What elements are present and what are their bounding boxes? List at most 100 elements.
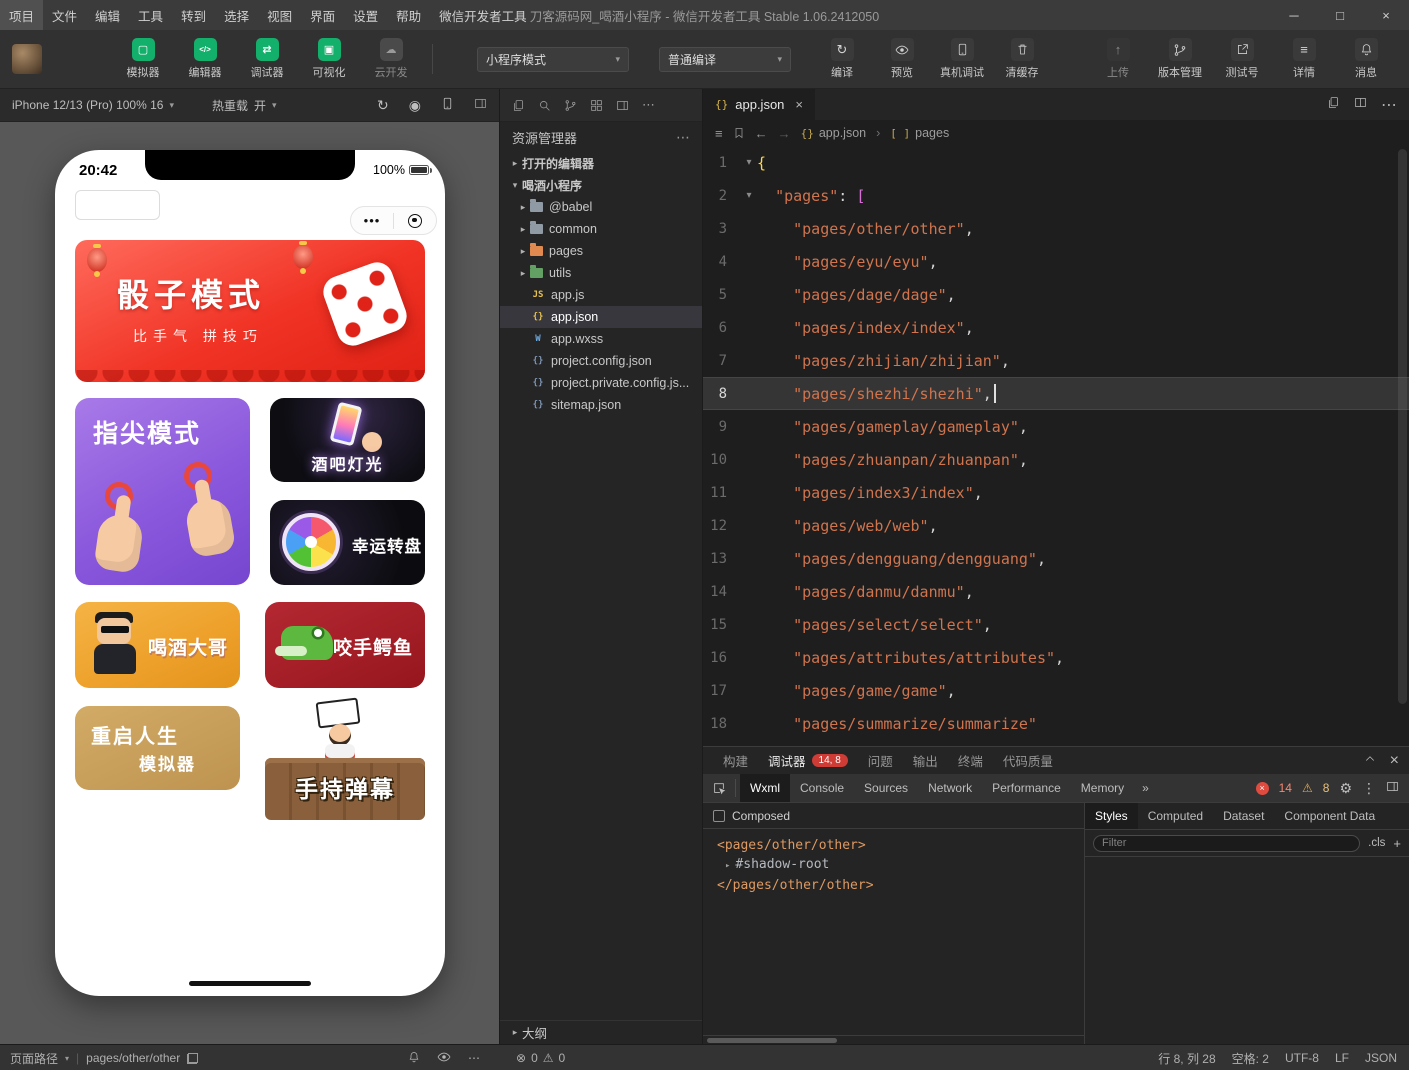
debugger-button[interactable]: ⇄调试器 [242, 38, 292, 80]
menubar-item-4[interactable]: 转到 [172, 0, 215, 30]
code-line-11[interactable]: 11 "pages/index3/index", [703, 476, 1409, 509]
tree-item-8[interactable]: {}project.private.config.js... [500, 372, 702, 394]
more-icon[interactable]: ⋯ [468, 1051, 480, 1065]
version-branch-button[interactable]: 版本管理 [1155, 38, 1205, 80]
tree-item-1[interactable]: ▸common [500, 218, 702, 240]
tile-fingertip-mode[interactable]: 指尖模式 [75, 398, 250, 585]
page-path-group[interactable]: 页面路径 ▾ | pages/other/other [10, 1045, 198, 1070]
bookmark-icon[interactable] [733, 127, 745, 139]
code-line-6[interactable]: 6 "pages/index/index", [703, 311, 1409, 344]
styles-tab-component-data[interactable]: Component Data [1274, 803, 1385, 829]
code-line-3[interactable]: 3 "pages/other/other", [703, 212, 1409, 245]
back-icon[interactable]: ← [755, 126, 768, 141]
gear-icon[interactable]: ⚙ [1339, 780, 1352, 797]
open-changes-icon[interactable] [1327, 96, 1340, 114]
menubar-item-0[interactable]: 项目 [0, 0, 43, 30]
cloud-button[interactable]: ☁云开发 [366, 38, 416, 80]
code-line-13[interactable]: 13 "pages/dengguang/dengguang", [703, 542, 1409, 575]
styles-tab-dataset[interactable]: Dataset [1213, 803, 1274, 829]
record-icon[interactable]: ◉ [409, 97, 421, 114]
statusbar-item-1[interactable]: 空格: 2 [1232, 1050, 1269, 1067]
tree-item-9[interactable]: {}sitemap.json [500, 394, 702, 416]
code-line-16[interactable]: 16 "pages/attributes/attributes", [703, 641, 1409, 674]
menubar-item-6[interactable]: 视图 [258, 0, 301, 30]
tile-restart-life[interactable]: 重启人生 模拟器 [75, 706, 240, 790]
breadcrumb-symbol[interactable]: [ ] pages [890, 126, 949, 140]
statusbar-item-4[interactable]: JSON [1365, 1051, 1397, 1065]
inspect-element-icon[interactable] [703, 781, 735, 795]
editor-scrollbar[interactable] [1398, 149, 1407, 704]
tile-biting-crocodile[interactable]: 咬手鳄鱼 [265, 602, 425, 688]
simulator-button[interactable]: ▢模拟器 [118, 38, 168, 80]
source-control-icon[interactable] [564, 99, 577, 112]
code-line-2[interactable]: 2▾ "pages": [ [703, 179, 1409, 212]
debugger-tab-1[interactable]: 调试器14, 8 [758, 747, 858, 774]
mini-search-box[interactable] [75, 190, 160, 220]
explorer-section-1[interactable]: ▾喝酒小程序 [500, 174, 702, 196]
code-line-5[interactable]: 5 "pages/dage/dage", [703, 278, 1409, 311]
code-line-1[interactable]: 1▾{ [703, 146, 1409, 179]
code-area[interactable]: 1▾{2▾ "pages": [3 "pages/other/other",4 … [703, 146, 1409, 746]
outline-section[interactable]: ▸ 大纲 [500, 1020, 702, 1044]
warning-count[interactable]: 8 [1323, 781, 1330, 795]
devtools-tab-memory[interactable]: Memory [1071, 774, 1134, 802]
eye-icon[interactable] [437, 1050, 451, 1067]
styles-tab-styles[interactable]: Styles [1085, 803, 1138, 829]
device-selector[interactable]: iPhone 12/13 (Pro) 100% 16 ▾ [12, 98, 174, 112]
tile-handheld-danmu[interactable]: 手持弹幕 [265, 700, 425, 820]
more-icon[interactable]: ⋯ [676, 129, 690, 146]
menubar-item-2[interactable]: 编辑 [86, 0, 129, 30]
close-icon[interactable]: × [795, 97, 803, 112]
dock-side-icon[interactable] [1386, 780, 1399, 796]
code-line-9[interactable]: 9 "pages/gameplay/gameplay", [703, 410, 1409, 443]
visual-button[interactable]: ▣可视化 [304, 38, 354, 80]
statusbar-item-3[interactable]: LF [1335, 1051, 1349, 1065]
error-count[interactable]: 14 [1279, 781, 1292, 795]
debugger-tab-3[interactable]: 输出 [903, 747, 948, 774]
composed-checkbox[interactable] [713, 810, 725, 822]
fold-icon[interactable]: ▾ [741, 157, 757, 168]
menu-dots-icon[interactable]: ••• [351, 208, 393, 234]
chevron-up-icon[interactable] [1364, 752, 1376, 770]
debugger-tab-2[interactable]: 问题 [858, 747, 903, 774]
tree-item-7[interactable]: {}project.config.json [500, 350, 702, 372]
copy-icon[interactable] [187, 1053, 198, 1064]
devtools-tab-console[interactable]: Console [790, 774, 854, 802]
new-doc-icon[interactable] [512, 99, 525, 112]
maximize-button[interactable]: □ [1317, 0, 1363, 30]
cls-toggle[interactable]: .cls [1368, 837, 1385, 849]
compile-button[interactable]: ↻编译 [817, 38, 867, 80]
compile-dropdown[interactable]: 普通编译 ▾ [659, 47, 791, 72]
tab-app-json[interactable]: {} app.json × [703, 89, 816, 120]
menubar-item-9[interactable]: 帮助 [387, 0, 430, 30]
tree-item-3[interactable]: ▸utils [500, 262, 702, 284]
close-icon[interactable]: × [1390, 752, 1399, 770]
tree-item-5[interactable]: {}app.json [500, 306, 702, 328]
wxml-line-1[interactable]: ▸#shadow-root [703, 855, 1084, 876]
devtools-tab-sources[interactable]: Sources [854, 774, 918, 802]
menubar-item-5[interactable]: 选择 [215, 0, 258, 30]
overflow-tabs-icon[interactable]: » [1134, 781, 1157, 795]
filter-input[interactable]: Filter [1093, 835, 1360, 852]
tile-bar-lights[interactable]: 酒吧灯光 [270, 398, 425, 482]
grid-icon[interactable] [590, 99, 603, 112]
code-line-18[interactable]: 18 "pages/summarize/summarize" [703, 707, 1409, 740]
rotate-icon[interactable]: ↻ [377, 97, 389, 114]
menubar-item-3[interactable]: 工具 [129, 0, 172, 30]
dock-layout-icon[interactable] [474, 97, 487, 113]
breadcrumb-file[interactable]: {} app.json [801, 126, 867, 140]
code-line-12[interactable]: 12 "pages/web/web", [703, 509, 1409, 542]
code-line-4[interactable]: 4 "pages/eyu/eyu", [703, 245, 1409, 278]
code-line-7[interactable]: 7 "pages/zhijian/zhijian", [703, 344, 1409, 377]
bell-icon[interactable] [408, 1051, 420, 1066]
device-frame-icon[interactable] [441, 97, 454, 113]
menubar-item-1[interactable]: 文件 [43, 0, 86, 30]
styles-tab-computed[interactable]: Computed [1138, 803, 1213, 829]
debugger-tab-4[interactable]: 终端 [948, 747, 993, 774]
chevron-right-icon[interactable]: ▸ [725, 861, 730, 871]
user-avatar[interactable] [12, 44, 42, 74]
wxml-line-0[interactable]: <pages/other/other> [703, 836, 1084, 855]
problems-indicator[interactable]: ⊗ 0 ⚠ 0 [516, 1045, 565, 1070]
explorer-section-0[interactable]: ▸打开的编辑器 [500, 152, 702, 174]
details-button[interactable]: ≡详情 [1279, 38, 1329, 80]
